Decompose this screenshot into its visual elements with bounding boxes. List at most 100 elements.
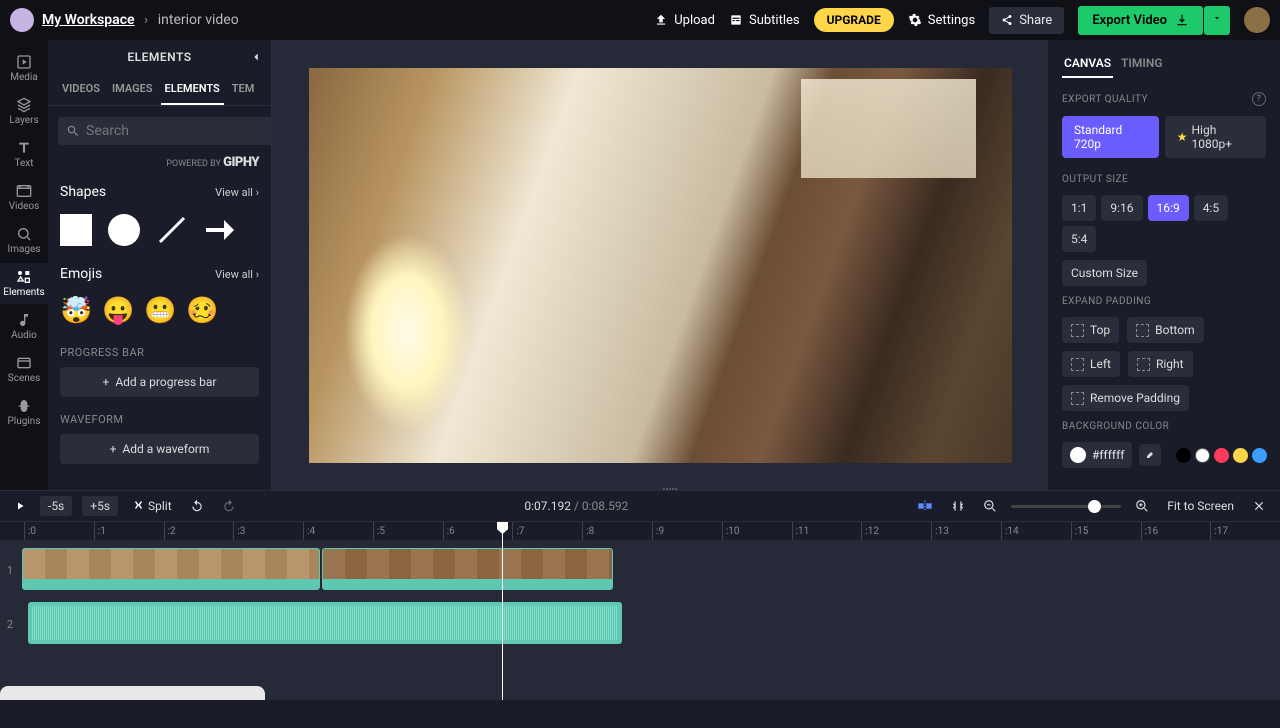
- snap-icon[interactable]: [913, 497, 937, 515]
- chevron-right-icon: ›: [144, 12, 148, 28]
- bottom-drawer-tab[interactable]: [0, 686, 265, 700]
- arrow-shape[interactable]: [204, 214, 236, 246]
- tab-templates[interactable]: TEM: [228, 74, 259, 105]
- tab-elements[interactable]: ELEMENTS: [161, 74, 224, 105]
- track-number: 1: [0, 564, 20, 577]
- color-white[interactable]: [1195, 448, 1210, 463]
- upgrade-button[interactable]: UPGRADE: [814, 8, 894, 32]
- tab-timing[interactable]: TIMING: [1119, 50, 1164, 78]
- rail-text[interactable]: Text: [0, 134, 48, 175]
- tab-canvas[interactable]: CANVAS: [1062, 50, 1113, 78]
- rail-media[interactable]: Media: [0, 48, 48, 89]
- play-button[interactable]: [10, 498, 30, 514]
- bg-color-input[interactable]: #ffffff: [1062, 442, 1132, 468]
- pad-left[interactable]: Left: [1062, 351, 1120, 377]
- search-box[interactable]: [58, 117, 290, 145]
- trim-icon[interactable]: [947, 497, 969, 515]
- bg-color-label: BACKGROUND COLOR: [1062, 421, 1266, 432]
- workspace-link[interactable]: My Workspace: [42, 12, 135, 28]
- shapes-view-all[interactable]: View all ›: [215, 186, 259, 199]
- dotted-square-icon: [1071, 358, 1084, 371]
- add-waveform-button[interactable]: +Add a waveform: [60, 434, 259, 464]
- rail-layers[interactable]: Layers: [0, 91, 48, 132]
- playhead[interactable]: [502, 522, 503, 700]
- dotted-square-icon: [1137, 358, 1150, 371]
- quality-standard[interactable]: Standard 720p: [1062, 116, 1159, 158]
- size-1-1[interactable]: 1:1: [1062, 195, 1096, 221]
- rail-plugins[interactable]: Plugins: [0, 392, 48, 433]
- rail-images[interactable]: Images: [0, 220, 48, 261]
- emojis-view-all[interactable]: View all ›: [215, 268, 259, 281]
- zoom-in-icon[interactable]: [1131, 497, 1153, 515]
- tab-images[interactable]: IMAGES: [108, 74, 157, 105]
- audio-clip[interactable]: [28, 602, 622, 644]
- canvas-area[interactable]: [272, 40, 1048, 490]
- top-bar: My Workspace › interior video Upload Sub…: [0, 0, 1280, 40]
- size-4-5[interactable]: 4:5: [1194, 195, 1228, 221]
- size-16-9[interactable]: 16:9: [1148, 195, 1189, 221]
- size-9-16[interactable]: 9:16: [1101, 195, 1142, 221]
- square-shape[interactable]: [60, 214, 92, 246]
- export-dropdown[interactable]: [1204, 6, 1230, 35]
- video-preview[interactable]: [309, 68, 1012, 463]
- video-clip[interactable]: [22, 548, 320, 590]
- rail-elements[interactable]: Elements: [0, 263, 48, 304]
- collapse-panel-icon[interactable]: [249, 50, 263, 64]
- elements-panel: ELEMENTS VIDEOS IMAGES ELEMENTS TEM Go P…: [48, 40, 272, 490]
- circle-shape[interactable]: [108, 214, 140, 246]
- project-name[interactable]: interior video: [158, 12, 239, 28]
- dotted-square-icon: [1071, 392, 1084, 405]
- share-button[interactable]: Share: [989, 7, 1064, 34]
- tab-videos[interactable]: VIDEOS: [58, 74, 104, 105]
- color-yellow[interactable]: [1233, 448, 1248, 463]
- size-5-4[interactable]: 5:4: [1062, 226, 1096, 252]
- slider-thumb[interactable]: [1088, 500, 1101, 513]
- upload-button[interactable]: Upload: [654, 13, 715, 28]
- user-avatar[interactable]: [1244, 7, 1270, 33]
- redo-button[interactable]: [218, 497, 240, 515]
- search-input[interactable]: [86, 123, 264, 139]
- timeline-toolbar: -5s +5s Split 0:07.192 / 0:08.592 Fit to…: [0, 490, 1280, 522]
- resize-handle-icon[interactable]: [660, 488, 680, 491]
- undo-button[interactable]: [186, 497, 208, 515]
- eyedropper-button[interactable]: [1139, 444, 1161, 466]
- line-shape[interactable]: [156, 214, 188, 246]
- subtitles-button[interactable]: Subtitles: [729, 13, 800, 28]
- right-panel: CANVAS TIMING EXPORT QUALITY? Standard 7…: [1048, 40, 1280, 490]
- pad-top[interactable]: Top: [1062, 317, 1119, 343]
- pad-bottom[interactable]: Bottom: [1127, 317, 1203, 343]
- workspace-avatar[interactable]: [10, 8, 34, 32]
- rail-scenes[interactable]: Scenes: [0, 349, 48, 390]
- track-number: 2: [0, 618, 20, 631]
- custom-size-button[interactable]: Custom Size: [1062, 260, 1147, 286]
- emoji-item[interactable]: 😬: [144, 296, 174, 326]
- fwd-5s-button[interactable]: +5s: [82, 496, 118, 516]
- close-timeline-icon[interactable]: [1248, 497, 1270, 515]
- pad-right[interactable]: Right: [1128, 351, 1193, 377]
- pad-remove[interactable]: Remove Padding: [1062, 385, 1189, 411]
- color-blue[interactable]: [1252, 448, 1267, 463]
- export-button[interactable]: Export Video: [1078, 6, 1203, 35]
- add-progress-button[interactable]: +Add a progress bar: [60, 367, 259, 397]
- rail-videos[interactable]: Videos: [0, 177, 48, 218]
- rail-audio[interactable]: Audio: [0, 306, 48, 347]
- emoji-item[interactable]: 😛: [102, 296, 132, 326]
- quality-high[interactable]: ★High 1080p+: [1165, 116, 1266, 158]
- color-black[interactable]: [1176, 448, 1191, 463]
- zoom-slider[interactable]: [1011, 505, 1121, 508]
- help-icon[interactable]: ?: [1252, 92, 1266, 106]
- back-5s-button[interactable]: -5s: [40, 496, 72, 516]
- fit-screen-button[interactable]: Fit to Screen: [1163, 497, 1238, 515]
- panel-title: ELEMENTS: [127, 50, 191, 64]
- emoji-item[interactable]: 🥴: [186, 296, 216, 326]
- video-clip[interactable]: [322, 548, 613, 590]
- split-button[interactable]: Split: [128, 497, 176, 515]
- time-display: 0:07.192 / 0:08.592: [524, 499, 628, 513]
- zoom-out-icon[interactable]: [979, 497, 1001, 515]
- color-red[interactable]: [1214, 448, 1229, 463]
- emoji-item[interactable]: 🤯: [60, 296, 90, 326]
- timeline-ruler[interactable]: :0:1:2:3:4:5:6:7:8:9:10:11:12:13:14:15:1…: [0, 522, 1280, 540]
- settings-button[interactable]: Settings: [908, 13, 975, 28]
- breadcrumb: My Workspace › interior video: [42, 12, 239, 28]
- timeline-tracks[interactable]: 1 2: [0, 540, 1280, 700]
